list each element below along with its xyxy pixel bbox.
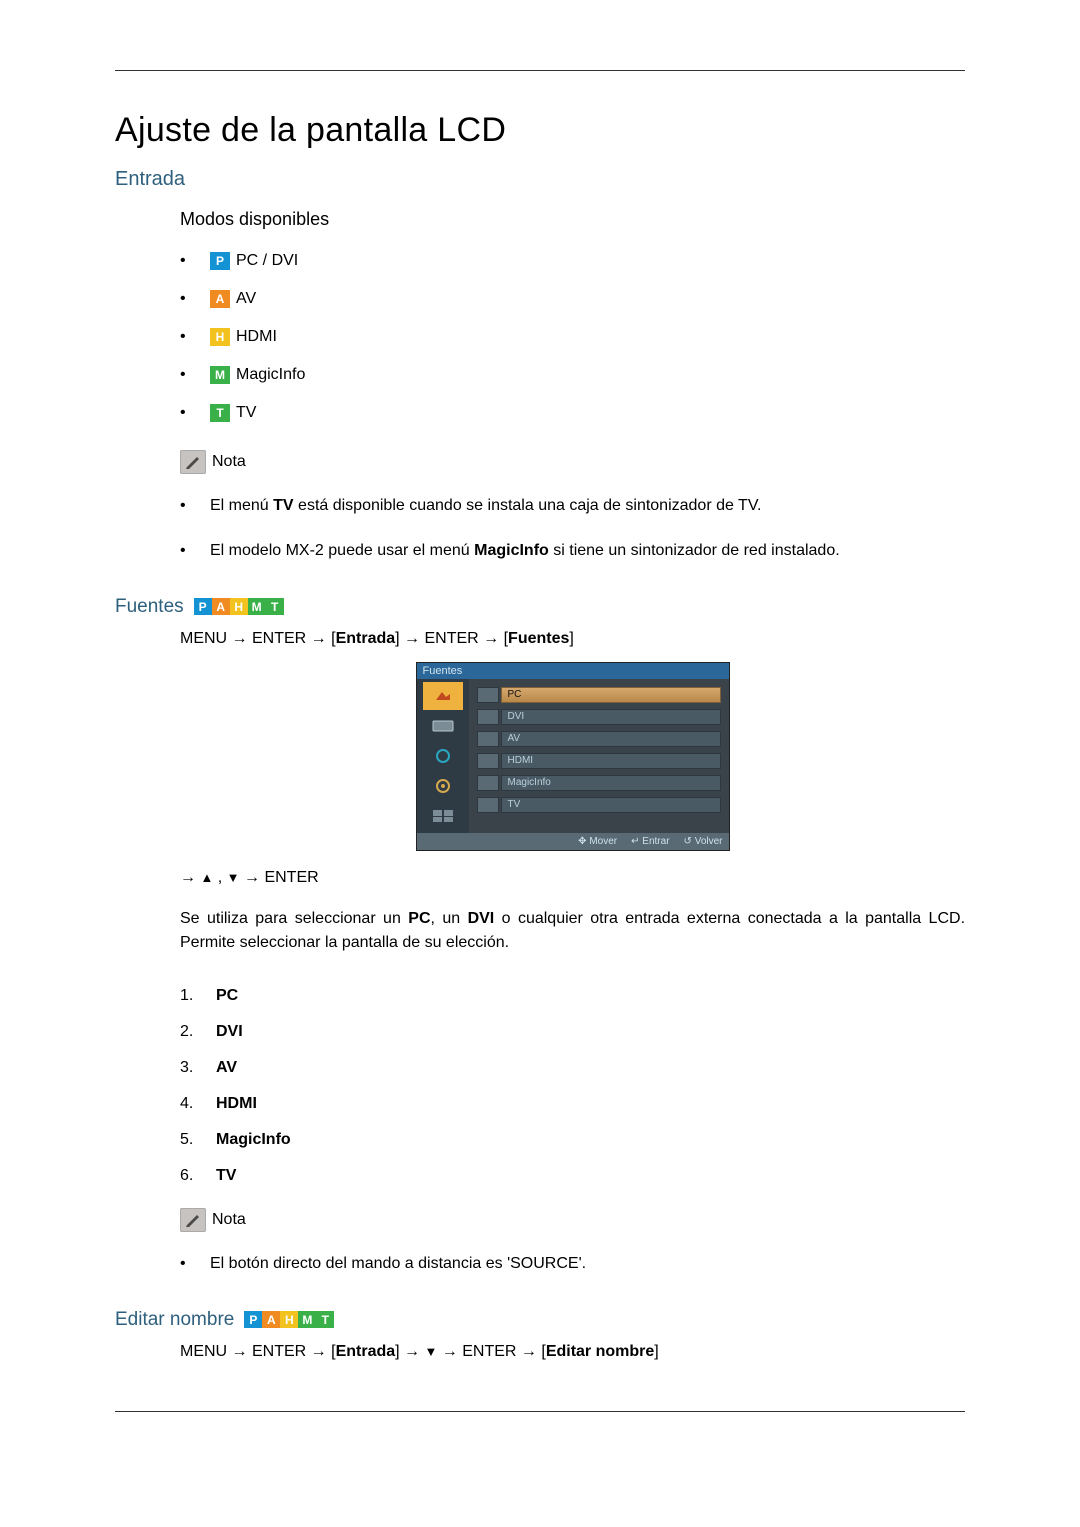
nota-item: El modelo MX-2 puede usar el menú MagicI… [180, 529, 965, 574]
mode-label: AV [236, 290, 256, 308]
nota-text: El menú TV está disponible cuando se ins… [210, 494, 761, 519]
mode-label: HDMI [236, 328, 277, 346]
osd-footer: ✥ Mover ↵ Entrar ↺ Volver [417, 833, 729, 850]
osd-stub [477, 797, 499, 813]
osd-body: PC DVI AV HDMI MagicInfo TV [417, 679, 729, 833]
nota-text: El modelo MX-2 puede usar el menú MagicI… [210, 539, 840, 564]
page: Ajuste de la pantalla LCD Entrada Modos … [0, 0, 1080, 1527]
badge-h-icon: H [230, 598, 248, 615]
editar-menu-path: MENU → ENTER → [Entrada] → ▼ → ENTER → [… [180, 1343, 965, 1361]
badge-h-icon: H [210, 328, 230, 346]
fuentes-badges: P A H M T [194, 598, 284, 615]
nota-list-2: El botón directo del mando a distancia e… [180, 1242, 965, 1287]
mode-label: MagicInfo [236, 366, 305, 384]
osd-row-pc: PC [477, 685, 721, 705]
osd-side-multi-icon [423, 802, 463, 830]
page-title: Ajuste de la pantalla LCD [115, 111, 965, 150]
fuentes-list-item: MagicInfo [180, 1122, 965, 1158]
osd-row-tv: TV [477, 795, 721, 815]
osd-bar: HDMI [501, 753, 721, 769]
osd-main: PC DVI AV HDMI MagicInfo TV [469, 679, 729, 833]
nota-list: El menú TV está disponible cuando se ins… [180, 484, 965, 574]
top-divider [115, 70, 965, 71]
badge-a-icon: A [262, 1311, 280, 1328]
entrada-heading: Entrada [115, 168, 965, 191]
badge-t-icon: T [266, 598, 284, 615]
osd-bar: AV [501, 731, 721, 747]
osd-stub [477, 775, 499, 791]
badge-a-icon: A [212, 598, 230, 615]
note-icon [180, 450, 206, 474]
modes-list: P PC / DVI A AV H HDMI M MagicInfo T TV [180, 242, 965, 432]
fuentes-list-item: AV [180, 1050, 965, 1086]
mode-item-magicinfo: M MagicInfo [180, 356, 965, 394]
editar-heading: Editar nombre [115, 1309, 234, 1331]
osd-stub [477, 731, 499, 747]
badge-p-icon: P [210, 252, 230, 270]
osd-stub [477, 753, 499, 769]
badge-a-icon: A [210, 290, 230, 308]
osd-row-hdmi: HDMI [477, 751, 721, 771]
osd-row-av: AV [477, 729, 721, 749]
mode-item-av: A AV [180, 280, 965, 318]
badge-t-icon: T [316, 1311, 334, 1328]
badge-p-icon: P [194, 598, 212, 615]
mode-label: TV [236, 404, 256, 422]
osd-side-picture-icon [423, 712, 463, 740]
modos-heading: Modos disponibles [180, 209, 965, 230]
nav-line: → ▲ , ▼ → ENTER [180, 869, 965, 887]
badge-m-icon: M [210, 366, 230, 384]
badge-m-icon: M [248, 598, 266, 615]
bottom-divider [115, 1411, 965, 1412]
note-icon [180, 1208, 206, 1232]
fuentes-list-item: PC [180, 978, 965, 1014]
fuentes-description: Se utiliza para seleccionar un PC, un DV… [180, 907, 965, 957]
osd-stub [477, 709, 499, 725]
osd-screenshot: Fuentes [180, 662, 965, 851]
osd-footer-entrar: ↵ Entrar [631, 836, 669, 847]
osd-title: Fuentes [417, 663, 729, 679]
osd-panel: Fuentes [416, 662, 730, 851]
osd-footer-mover: ✥ Mover [578, 836, 617, 847]
osd-bar: MagicInfo [501, 775, 721, 791]
nota-label: Nota [212, 1211, 246, 1229]
osd-row-magicinfo: MagicInfo [477, 773, 721, 793]
nota-row: Nota [180, 450, 965, 474]
editar-badges: P A H M T [244, 1311, 334, 1328]
fuentes-heading-row: Fuentes P A H M T [115, 596, 965, 618]
mode-item-pc-dvi: P PC / DVI [180, 242, 965, 280]
osd-sidebar [417, 679, 469, 833]
mode-item-tv: T TV [180, 394, 965, 432]
osd-bar: TV [501, 797, 721, 813]
osd-bar: PC [501, 687, 721, 703]
fuentes-block: MENU → ENTER → [Entrada] → ENTER → [Fuen… [180, 630, 965, 1287]
badge-t-icon: T [210, 404, 230, 422]
osd-bar: DVI [501, 709, 721, 725]
osd-side-setup-icon [423, 772, 463, 800]
editar-block: MENU → ENTER → [Entrada] → ▼ → ENTER → [… [180, 1343, 965, 1361]
fuentes-heading: Fuentes [115, 596, 184, 618]
nota-item: El botón directo del mando a distancia e… [180, 1242, 965, 1287]
osd-row-dvi: DVI [477, 707, 721, 727]
mode-item-hdmi: H HDMI [180, 318, 965, 356]
nota-item: El menú TV está disponible cuando se ins… [180, 484, 965, 529]
editar-heading-row: Editar nombre P A H M T [115, 1309, 965, 1331]
osd-footer-volver: ↺ Volver [684, 836, 723, 847]
nota-label: Nota [212, 453, 246, 471]
fuentes-list-item: TV [180, 1158, 965, 1194]
nota-row-2: Nota [180, 1208, 965, 1232]
osd-side-input-icon [423, 682, 463, 710]
badge-h-icon: H [280, 1311, 298, 1328]
entrada-block: Modos disponibles P PC / DVI A AV H HDMI… [180, 209, 965, 574]
fuentes-list-item: HDMI [180, 1086, 965, 1122]
badge-p-icon: P [244, 1311, 262, 1328]
osd-stub [477, 687, 499, 703]
osd-side-sound-icon [423, 742, 463, 770]
mode-label: PC / DVI [236, 252, 298, 270]
nota-text: El botón directo del mando a distancia e… [210, 1252, 586, 1277]
fuentes-menu-path: MENU → ENTER → [Entrada] → ENTER → [Fuen… [180, 630, 965, 648]
fuentes-list-item: DVI [180, 1014, 965, 1050]
fuentes-list: PC DVI AV HDMI MagicInfo TV [180, 978, 965, 1194]
badge-m-icon: M [298, 1311, 316, 1328]
